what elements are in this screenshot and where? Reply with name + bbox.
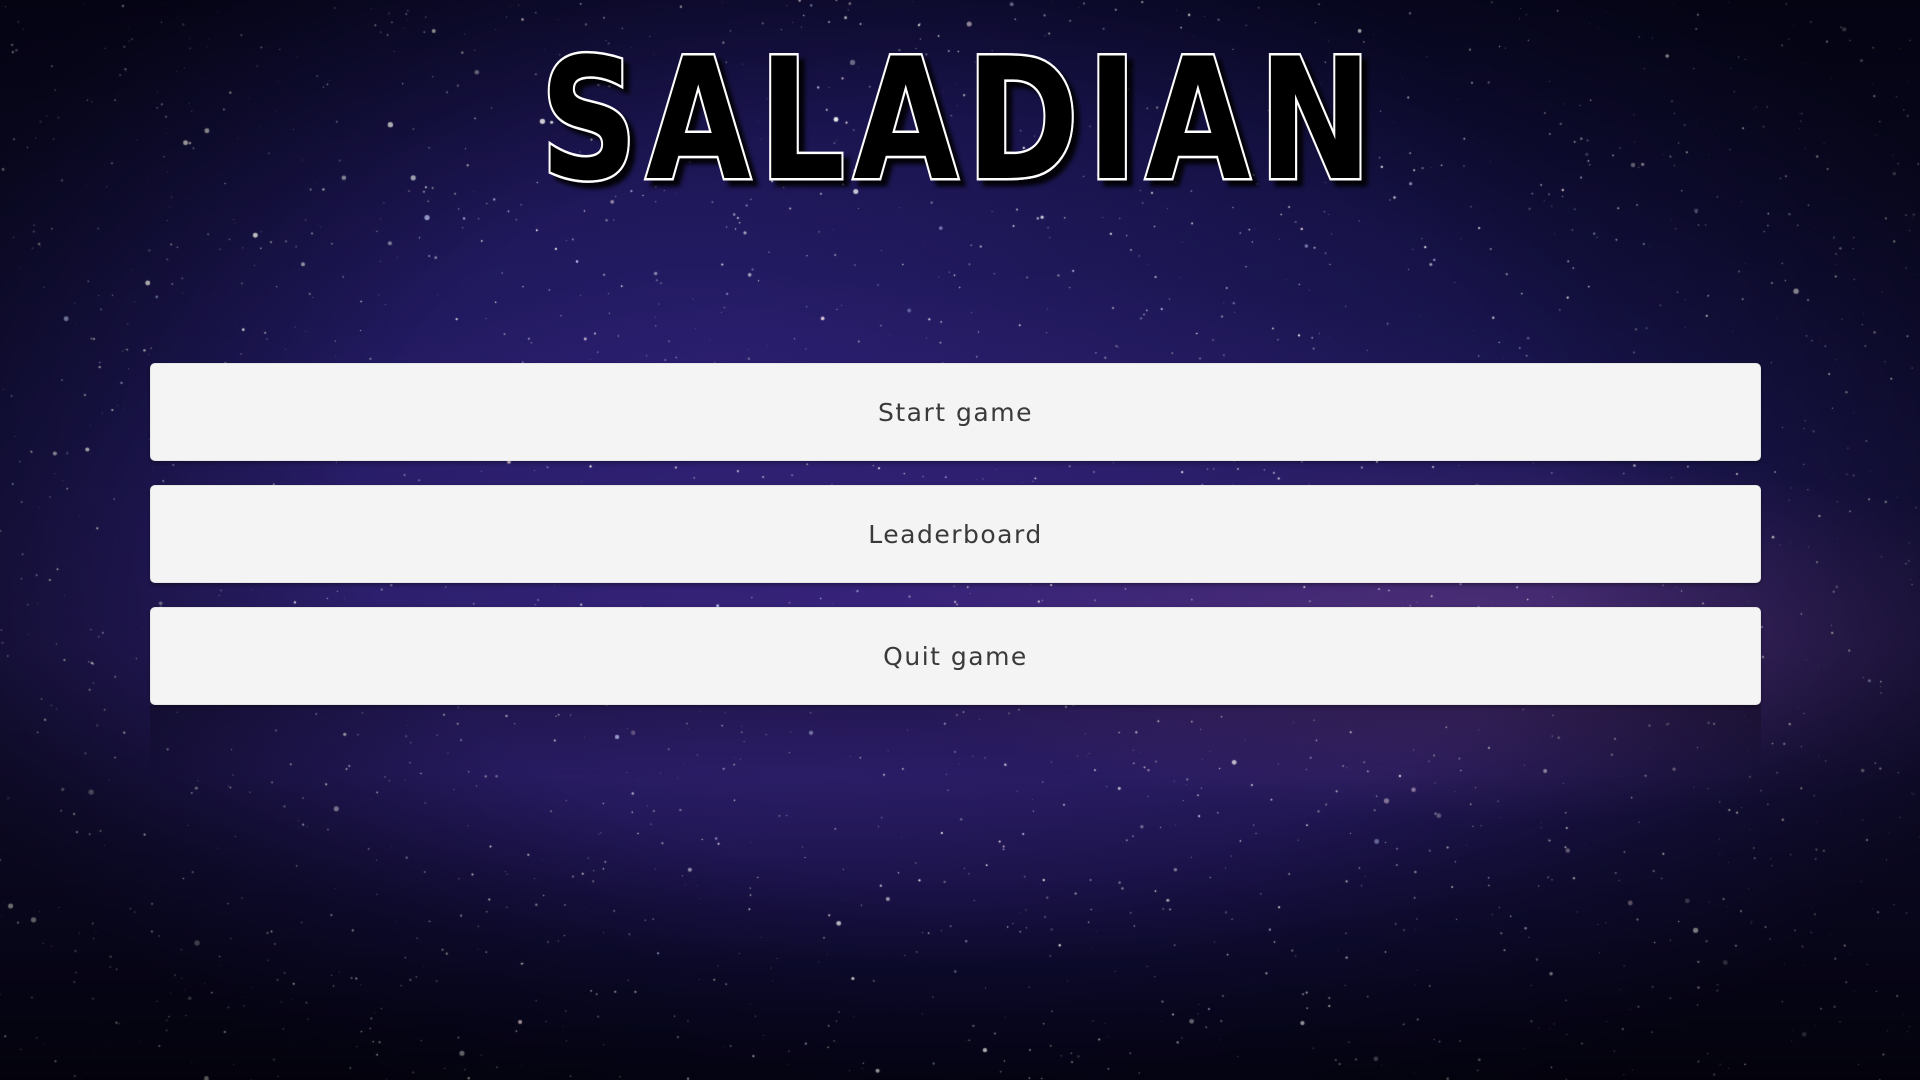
main-menu: Start game Leaderboard Quit game — [150, 363, 1761, 729]
start-game-label: Start game — [878, 397, 1033, 427]
leaderboard-label: Leaderboard — [868, 519, 1043, 549]
quit-game-label: Quit game — [883, 641, 1028, 671]
game-title: SALADIAN — [540, 28, 1380, 198]
quit-game-button[interactable]: Quit game — [150, 607, 1761, 705]
leaderboard-button[interactable]: Leaderboard — [150, 485, 1761, 583]
game-title-logo: SALADIAN — [538, 28, 1380, 198]
start-game-button[interactable]: Start game — [150, 363, 1761, 461]
